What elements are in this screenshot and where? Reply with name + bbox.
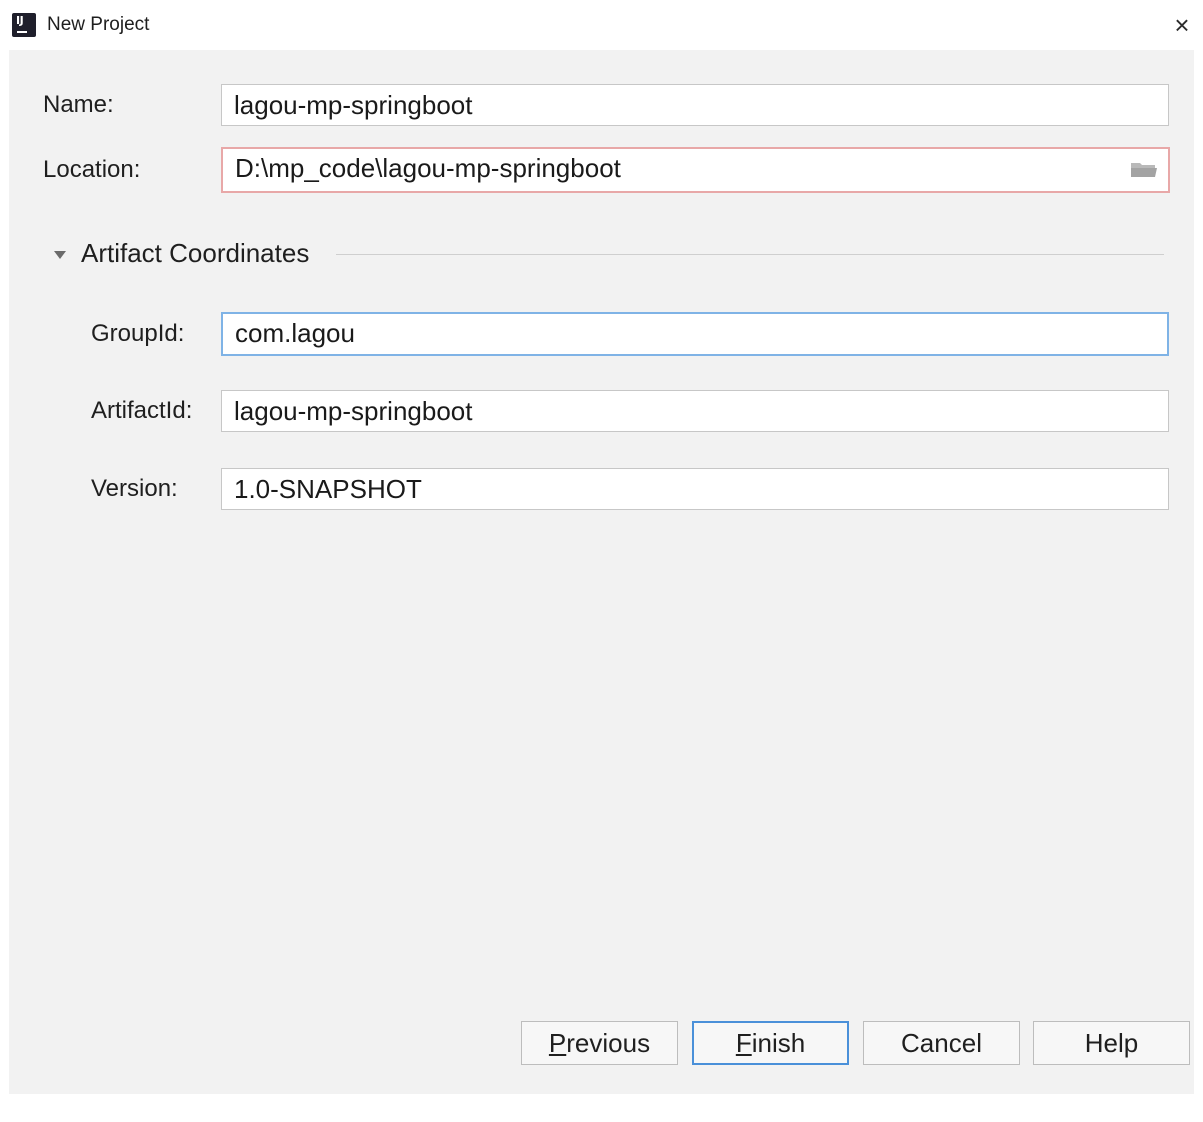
close-icon[interactable]: × — [1167, 10, 1197, 40]
location-field[interactable]: D:\mp_code\lagou-mp-springboot — [221, 147, 1170, 193]
groupid-field[interactable]: com.lagou — [221, 312, 1169, 356]
version-field-value: 1.0-SNAPSHOT — [234, 474, 422, 504]
new-project-dialog: IJ New Project × Name: lagou-mp-springbo… — [0, 0, 1203, 1122]
version-field[interactable]: 1.0-SNAPSHOT — [221, 468, 1169, 510]
artifact-coordinates-title[interactable]: Artifact Coordinates — [81, 237, 309, 269]
previous-button[interactable]: Previous — [521, 1021, 678, 1065]
groupid-field-value: com.lagou — [235, 318, 355, 348]
title-bar: IJ New Project × — [0, 0, 1203, 50]
dialog-content: Name: lagou-mp-springboot Location: D:\m… — [9, 50, 1194, 1094]
version-label: Version: — [91, 475, 178, 502]
artifactid-label: ArtifactId: — [91, 397, 193, 424]
cancel-button[interactable]: Cancel — [863, 1021, 1020, 1065]
section-divider — [336, 254, 1164, 255]
groupid-label: GroupId: — [91, 320, 185, 347]
artifactid-field-value: lagou-mp-springboot — [234, 396, 473, 426]
location-label: Location: — [43, 156, 141, 183]
triangle-down-icon[interactable] — [53, 248, 67, 262]
help-button[interactable]: Help — [1033, 1021, 1190, 1065]
folder-icon[interactable] — [1130, 161, 1158, 179]
window-title: New Project — [47, 14, 150, 35]
name-field-value: lagou-mp-springboot — [234, 90, 473, 120]
artifactid-field[interactable]: lagou-mp-springboot — [221, 390, 1169, 432]
location-field-value: D:\mp_code\lagou-mp-springboot — [235, 153, 621, 183]
intellij-idea-icon: IJ — [12, 13, 36, 37]
finish-button[interactable]: Finish — [692, 1021, 849, 1065]
name-label: Name: — [43, 91, 114, 118]
name-field[interactable]: lagou-mp-springboot — [221, 84, 1169, 126]
